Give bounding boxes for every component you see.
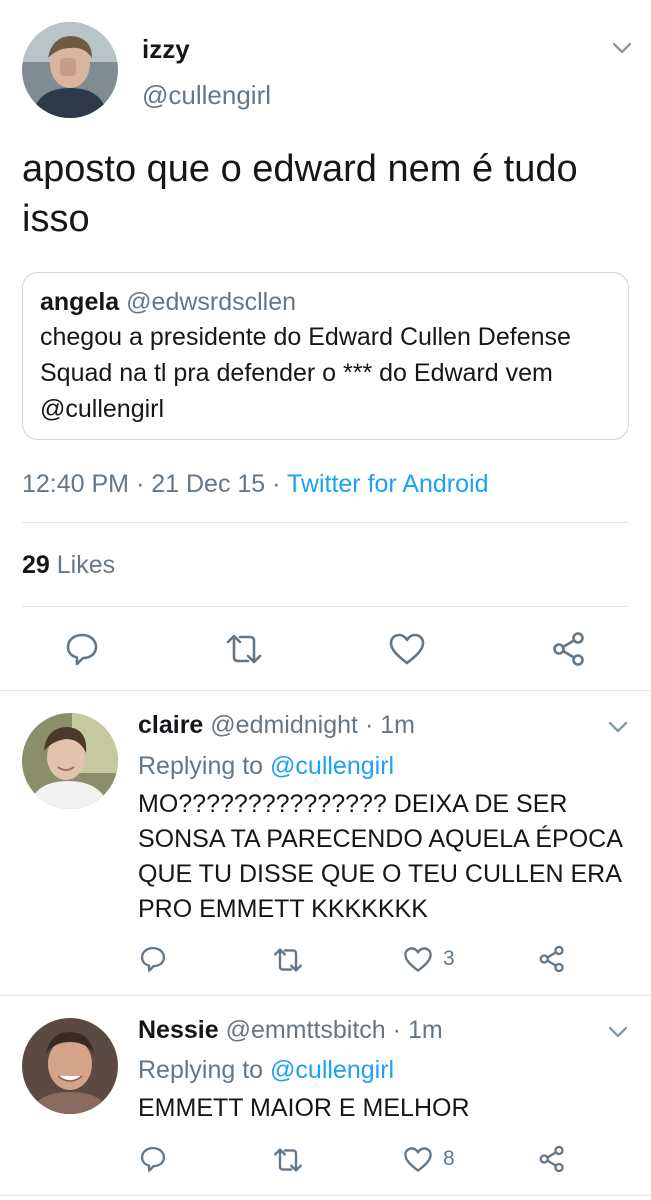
replying-to-handle[interactable]: @cullengirl: [270, 752, 394, 780]
quoted-author: angela @edwsrdscllen: [40, 288, 296, 317]
retweet-icon[interactable]: [272, 1147, 304, 1173]
replying-to: Replying to @cullengirl: [138, 752, 394, 781]
reply-text-line: PRO EMMETT KKKKKKK: [138, 895, 428, 923]
reply-text-line: QUE TU DISSE QUE O TEU CULLEN ERA: [138, 860, 622, 888]
tweet-text-line: aposto que o edward nem é tudo: [22, 148, 578, 190]
retweet-icon[interactable]: [272, 947, 304, 973]
replying-to-handle[interactable]: @cullengirl: [270, 1056, 394, 1084]
like-icon[interactable]: [403, 1146, 433, 1173]
quoted-text-line: Squad na tl pra defender o *** do Edward…: [40, 359, 553, 387]
reply-time: 1m: [407, 1016, 443, 1044]
chevron-down-icon[interactable]: [606, 715, 630, 739]
quoted-handle: @edwsrdscllen: [126, 288, 297, 316]
reply-text-line: MO??????????????? DEIXA DE SER: [138, 790, 568, 818]
reply-author: Nessie @emmttsbitch · 1m: [138, 1016, 443, 1045]
replying-to: Replying to @cullengirl: [138, 1056, 394, 1085]
reply-icon[interactable]: [139, 945, 167, 973]
quoted-display-name: angela: [40, 288, 120, 316]
avatar-image: [22, 713, 118, 809]
display-name[interactable]: claire: [138, 711, 203, 739]
meta-separator: ·: [135, 470, 145, 498]
retweet-icon[interactable]: [224, 633, 264, 665]
user-handle[interactable]: @emmttsbitch: [226, 1016, 386, 1044]
user-handle[interactable]: @edmidnight: [210, 711, 358, 739]
divider: [0, 690, 651, 691]
tweet-date: 21 Dec 15: [151, 470, 266, 498]
divider: [0, 995, 651, 996]
like-count: 8: [443, 1147, 455, 1170]
reply-text-line: SONSA TA PARECENDO AQUELA ÉPOCA: [138, 825, 623, 853]
replying-to-label: Replying to: [138, 1056, 264, 1084]
likes-label: Likes: [56, 551, 116, 579]
quoted-tweet[interactable]: angela @edwsrdscllen chegou a presidente…: [22, 272, 629, 440]
tweet-text-line: isso: [22, 198, 90, 240]
tweet-source-link[interactable]: Twitter for Android: [287, 470, 488, 498]
reply-icon[interactable]: [139, 1145, 167, 1173]
replying-to-label: Replying to: [138, 752, 264, 780]
likes-count: 29: [22, 551, 50, 579]
share-icon[interactable]: [538, 1145, 566, 1173]
like-icon[interactable]: [403, 946, 433, 973]
reply-time: 1m: [380, 711, 415, 739]
avatar[interactable]: [22, 713, 118, 809]
chevron-down-icon[interactable]: [606, 1020, 630, 1044]
avatar-image: [22, 1018, 118, 1114]
meta-separator: ·: [364, 711, 374, 739]
divider: [22, 606, 629, 607]
tweet-time: 12:40 PM: [22, 470, 130, 498]
share-icon[interactable]: [551, 631, 587, 667]
quoted-text-line: @cullengirl: [40, 395, 165, 423]
likes-stat[interactable]: 29 Likes: [22, 551, 115, 580]
meta-separator: ·: [392, 1016, 401, 1044]
user-handle[interactable]: @cullengirl: [142, 80, 271, 111]
avatar[interactable]: [22, 1018, 118, 1114]
like-count: 3: [443, 947, 455, 970]
quoted-text-line: chegou a presidente do Edward Cullen Def…: [40, 323, 571, 351]
like-icon[interactable]: [388, 632, 426, 666]
share-icon[interactable]: [538, 945, 566, 973]
display-name[interactable]: izzy: [142, 34, 190, 65]
chevron-down-icon[interactable]: [610, 36, 634, 60]
display-name[interactable]: Nessie: [138, 1016, 219, 1044]
divider: [22, 522, 629, 523]
tweet-meta: 12:40 PM · 21 Dec 15 · Twitter for Andro…: [22, 470, 488, 499]
reply-icon[interactable]: [64, 631, 100, 667]
avatar-image: [22, 22, 118, 118]
reply-text-line: EMMETT MAIOR E MELHOR: [138, 1094, 470, 1122]
divider: [0, 1195, 651, 1196]
avatar[interactable]: [22, 22, 118, 118]
reply-author: claire @edmidnight · 1m: [138, 711, 415, 740]
meta-separator: ·: [272, 470, 281, 498]
